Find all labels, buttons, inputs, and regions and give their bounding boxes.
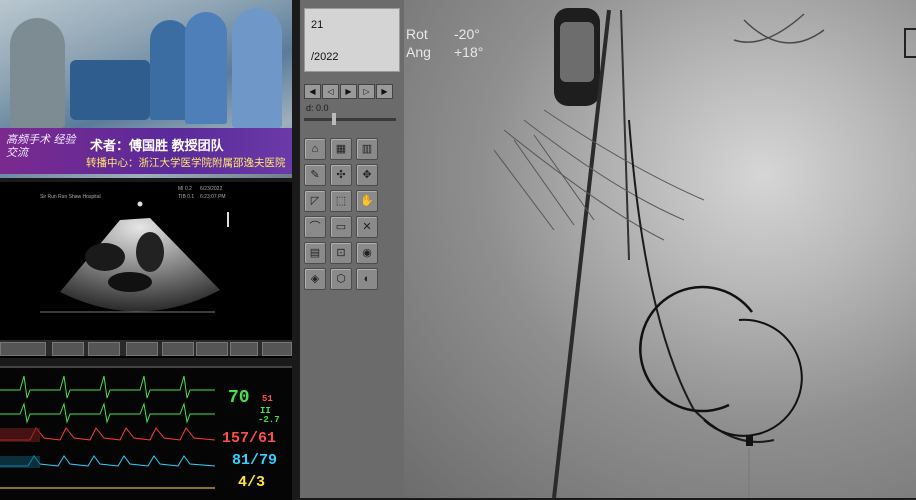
toolbar-tool-button[interactable]: ▦ bbox=[330, 138, 352, 160]
waveform-area bbox=[0, 375, 215, 489]
patient-monitor: 70 51 II -2.7 157/61 81/79 4/3 bbox=[0, 366, 292, 500]
angulation-label: Ang bbox=[406, 44, 431, 60]
toolbar-tool-button[interactable]: ▤ bbox=[304, 242, 326, 264]
toolbar-tool-button[interactable]: ⌒ bbox=[304, 216, 326, 238]
echo-button[interactable] bbox=[0, 342, 46, 356]
toolbar-tool-button[interactable]: ✕ bbox=[356, 216, 378, 238]
toolbar-tool-button[interactable]: ⊡ bbox=[330, 242, 352, 264]
toolbar-tool-button[interactable]: ▥ bbox=[356, 138, 378, 160]
toolbar-tool-button[interactable]: ✥ bbox=[356, 164, 378, 186]
equipment-silhouette bbox=[10, 18, 65, 128]
rotation-value: -20° bbox=[454, 26, 480, 42]
toolbar-tool-button[interactable]: ⌂ bbox=[304, 138, 326, 160]
study-info-line2: /2022 bbox=[311, 51, 339, 63]
rotation-label: Rot bbox=[406, 26, 428, 42]
patient-drape bbox=[70, 60, 150, 120]
blood-pressure-primary: 157/61 bbox=[222, 430, 277, 447]
echo-button[interactable] bbox=[126, 342, 158, 356]
echo-button[interactable] bbox=[230, 342, 258, 356]
study-info-box: 21 /2022 bbox=[304, 8, 400, 72]
imaging-control-panel: 21 /2022 ◀ ◁ ▶ ▷ ▶ d: 0.0 ⌂ ▦ ▥ ✎ ✣ ✥ ◸ ⬚ ✋ ⌒ ▭ ✕ ▤ ⊡… bbox=[300, 0, 404, 498]
toolbar-tool-button[interactable]: ▭ bbox=[330, 216, 352, 238]
echo-button[interactable] bbox=[162, 342, 194, 356]
edge-marker bbox=[904, 28, 916, 58]
toolbar-tool-button[interactable]: ✣ bbox=[330, 164, 352, 186]
toolbar-tool-button[interactable]: ⬡ bbox=[330, 268, 352, 290]
toolbar-tool-button[interactable]: ◈ bbox=[304, 268, 326, 290]
echo-image bbox=[40, 201, 229, 313]
play-button[interactable]: ▶ bbox=[340, 84, 357, 99]
toolbar-tool-button[interactable]: ✋ bbox=[356, 190, 378, 212]
toolbar-tool-button[interactable]: ◐ bbox=[356, 268, 378, 290]
heart-rate-value: 70 bbox=[228, 388, 250, 408]
angulation-value: +18° bbox=[454, 44, 484, 60]
toolbar-tool-button[interactable]: ◉ bbox=[356, 242, 378, 264]
next-frame-button[interactable]: ▶ bbox=[376, 84, 393, 99]
surgeon-caption: 术者：傅国胜 教授团队 bbox=[90, 138, 224, 153]
step-back-button[interactable]: ◁ bbox=[322, 84, 339, 99]
toolbar-tool-button[interactable]: ◸ bbox=[304, 190, 326, 212]
prev-frame-button[interactable]: ◀ bbox=[304, 84, 321, 99]
st-value: -2.7 bbox=[258, 415, 280, 425]
step-forward-button[interactable]: ▷ bbox=[358, 84, 375, 99]
speed-slider[interactable] bbox=[304, 118, 396, 121]
staff-silhouette bbox=[150, 20, 190, 120]
event-logo: 高频手术 经验交流 bbox=[6, 133, 76, 159]
center-caption: 转播中心：浙江大学医学院附属邵逸夫医院 bbox=[86, 157, 286, 169]
blood-pressure-secondary: 81/79 bbox=[232, 452, 278, 469]
toolbar-tool-button[interactable]: ✎ bbox=[304, 164, 326, 186]
fluoroscopy-view: Rot -20° Ang +18° bbox=[404, 0, 916, 498]
echo-button[interactable] bbox=[88, 342, 120, 356]
echo-button[interactable] bbox=[196, 342, 228, 356]
blood-pressure-tertiary: 4/3 bbox=[238, 474, 266, 491]
speed-slider-handle[interactable] bbox=[332, 113, 336, 125]
spo2-small-value: 51 bbox=[262, 394, 273, 404]
echo-button[interactable] bbox=[262, 342, 292, 356]
toolbar-tool-button[interactable]: ⬚ bbox=[330, 190, 352, 212]
staff-silhouette bbox=[185, 12, 227, 124]
study-info-line1: 21 bbox=[311, 19, 324, 31]
echo-button[interactable] bbox=[52, 342, 84, 356]
fluoro-image bbox=[493, 8, 825, 498]
surgery-video-feed: 高频手术 经验交流 术者：傅国胜 教授团队 转播中心：浙江大学医学院附属邵逸夫医… bbox=[0, 0, 292, 178]
echo-ultrasound-panel: Sir Run Run Shaw Hospital MI 0.2 6/23/20… bbox=[0, 182, 292, 358]
surgeon-silhouette bbox=[232, 8, 282, 128]
speed-label: d: 0.0 bbox=[306, 103, 329, 113]
